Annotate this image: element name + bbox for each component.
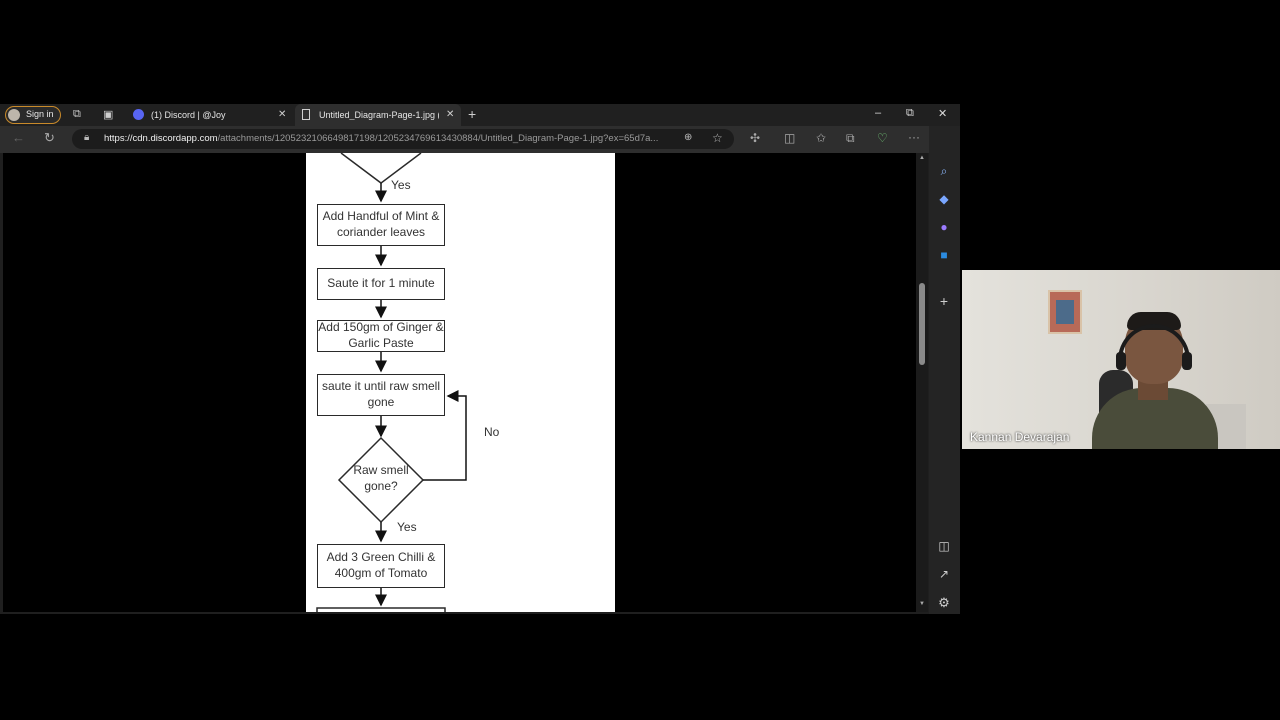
more-icon[interactable]: ··· [908, 130, 920, 144]
scroll-up-icon[interactable]: ▲ [919, 155, 925, 161]
step-add-mint: Add Handful of Mint & coriander leaves [317, 204, 445, 246]
favorites-icon[interactable]: ✩ [816, 131, 826, 145]
search-icon[interactable]: ⌕ [936, 164, 952, 180]
restore-icon[interactable]: ⧉ [906, 107, 914, 120]
sign-in-label: Sign in [26, 109, 54, 119]
tab-diagram[interactable]: Untitled_Diagram-Page-1.jpg (25 ✕ [295, 104, 461, 126]
refresh-icon[interactable]: ↻ [44, 130, 55, 146]
extensions-icon[interactable]: ✣ [750, 131, 760, 145]
tab-bar: Sign in ⧉ ▣ (1) Discord | @Joy ✕ Untitle… [0, 104, 960, 126]
scrollbar-thumb[interactable] [919, 283, 925, 365]
participant-name: Kannan Devarajan [970, 430, 1070, 444]
url-field[interactable]: 🔒︎ https://cdn.discordapp.com/attachment… [72, 129, 734, 149]
webcam-video: Kannan Devarajan [962, 270, 1280, 449]
add-icon[interactable]: + [936, 293, 952, 309]
collections-icon[interactable]: ⧉ [846, 131, 855, 146]
yes-label-top: Yes [391, 178, 411, 192]
page-viewport: Yes Add Handful of Mint & coriander leav… [3, 153, 916, 612]
new-tab-icon[interactable]: + [468, 106, 476, 122]
wall-picture [1048, 290, 1082, 334]
zoom-icon[interactable]: ⊕ [684, 132, 692, 143]
headset-earcup-right [1182, 352, 1192, 370]
scroll-down-icon[interactable]: ▼ [919, 601, 925, 607]
yes-label: Yes [397, 520, 417, 534]
split-screen-icon[interactable]: ◫ [784, 131, 795, 145]
sidebar-toggle-icon[interactable]: ◫ [936, 539, 952, 555]
close-icon[interactable]: ✕ [278, 109, 286, 120]
tab-discord[interactable]: (1) Discord | @Joy ✕ [128, 104, 293, 126]
decision-raw-smell: Raw smell gone? [353, 463, 409, 493]
address-bar-row: ← ↻ 🔒︎ https://cdn.discordapp.com/attach… [0, 126, 960, 153]
minimize-icon[interactable]: – [875, 107, 881, 119]
lock-icon[interactable]: 🔒︎ [84, 132, 89, 143]
step-saute-1min: Saute it for 1 minute [317, 268, 445, 300]
step-chilli-tomato: Add 3 Green Chilli & 400gm of Tomato [317, 544, 445, 588]
no-label: No [484, 425, 500, 439]
browser-window: Sign in ⧉ ▣ (1) Discord | @Joy ✕ Untitle… [0, 104, 960, 614]
document-icon [302, 109, 310, 120]
open-external-icon[interactable]: ↗ [936, 567, 952, 583]
outlook-icon[interactable]: ■ [936, 248, 952, 264]
edge-sidebar: ⌕ ◆ ● ■ + ◫ ↗ ⚙ [929, 126, 960, 614]
close-icon[interactable]: ✕ [446, 109, 454, 120]
profile-icon [8, 109, 20, 121]
close-window-icon[interactable]: ✕ [938, 107, 947, 120]
workspaces-icon[interactable]: ⧉ [73, 108, 81, 121]
settings-icon[interactable]: ⚙ [936, 595, 952, 611]
apps-icon[interactable]: ● [936, 220, 952, 236]
tab-title: Untitled_Diagram-Page-1.jpg (25 [319, 110, 439, 120]
url-text: https://cdn.discordapp.com/attachments/1… [104, 133, 659, 144]
tab-title: (1) Discord | @Joy [151, 110, 226, 120]
sign-in-button[interactable]: Sign in [5, 106, 61, 124]
diagram-image: Yes Add Handful of Mint & coriander leav… [306, 153, 615, 612]
discord-icon [133, 109, 144, 120]
step-saute-raw-smell: saute it until raw smell gone [317, 374, 445, 416]
step-ginger-garlic: Add 150gm of Ginger & Garlic Paste [317, 320, 445, 352]
tools-icon[interactable]: ◆ [936, 192, 952, 208]
performance-icon[interactable]: ♡ [877, 131, 888, 145]
headset-earcup-left [1116, 352, 1126, 370]
tab-actions-icon[interactable]: ▣ [103, 108, 113, 121]
vertical-scrollbar[interactable]: ▲ ▼ [916, 153, 928, 612]
favorite-icon[interactable]: ☆ [712, 131, 723, 145]
back-icon[interactable]: ← [12, 130, 25, 145]
